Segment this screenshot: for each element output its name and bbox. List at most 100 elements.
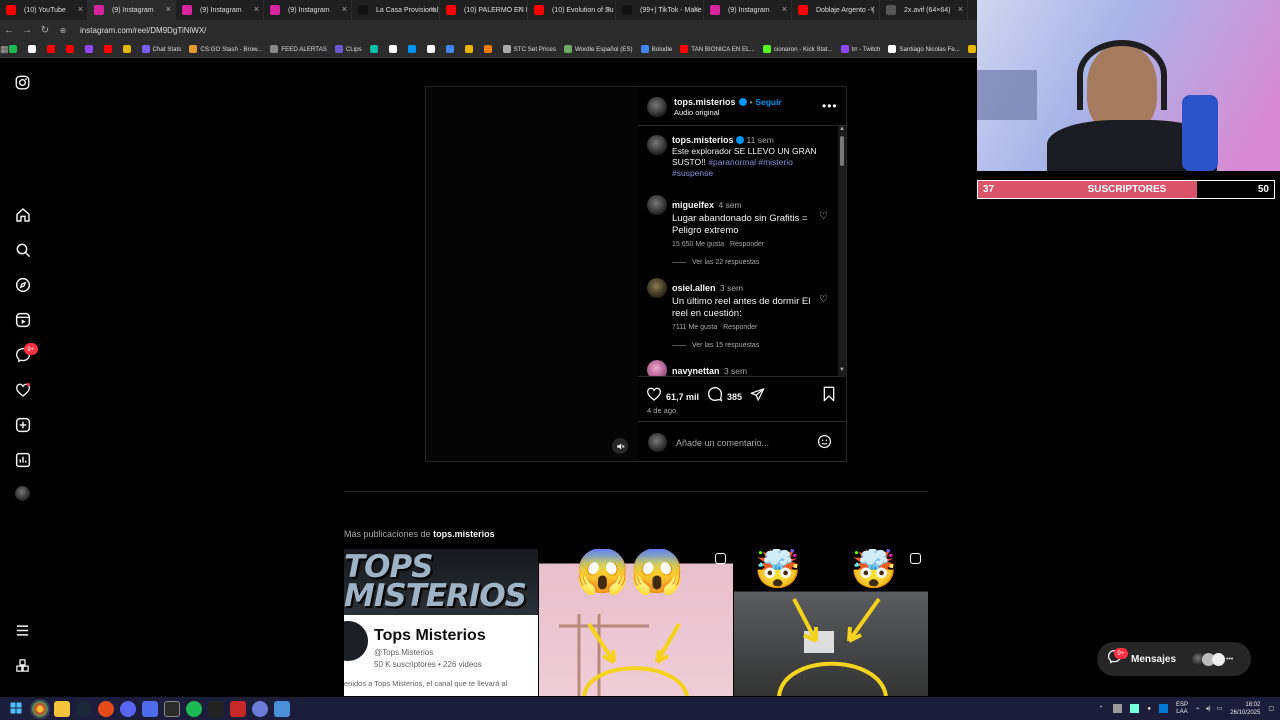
close-tab-icon[interactable]: × <box>342 4 347 14</box>
clock[interactable]: 18:02 26/10/2025 <box>1230 701 1260 717</box>
more-options-icon[interactable]: ••• <box>822 99 838 113</box>
create-icon[interactable] <box>14 416 31 433</box>
search-icon[interactable] <box>14 241 31 258</box>
volume-icon[interactable]: ◂) <box>1206 705 1211 712</box>
hashtag[interactable]: #paranormal <box>708 157 756 167</box>
browser-tab[interactable]: (9) Instagram × <box>704 0 792 20</box>
bookmark[interactable] <box>122 45 134 53</box>
discord-icon[interactable] <box>120 700 136 717</box>
view-replies[interactable]: Ver las 22 respuestas <box>672 259 817 266</box>
app-icon[interactable] <box>98 700 114 717</box>
bookmark[interactable] <box>464 45 476 53</box>
tray-app-icon[interactable] <box>1130 704 1140 713</box>
bookmark[interactable]: FEED ALERTAS <box>270 45 327 53</box>
bookmark[interactable]: Chat Stats <box>141 45 181 53</box>
tray-app-icon[interactable] <box>1113 704 1123 713</box>
audio-label[interactable]: Audio original <box>674 108 719 117</box>
post-thumbnail[interactable]: 🤯 🤯 <box>734 549 928 696</box>
app-icon[interactable] <box>164 700 180 717</box>
close-tab-icon[interactable]: × <box>694 4 699 14</box>
steam-icon[interactable] <box>76 700 92 717</box>
scroll-down-icon[interactable]: ▼ <box>838 367 846 373</box>
bookmark[interactable] <box>84 45 96 53</box>
comment-like-icon[interactable]: ♡ <box>819 211 828 222</box>
comment-icon[interactable] <box>707 386 723 407</box>
comment-username[interactable]: miguelfex <box>672 200 714 210</box>
app-icon[interactable] <box>252 700 268 717</box>
explore-icon[interactable] <box>14 276 31 293</box>
instagram-logo-icon[interactable] <box>14 74 31 91</box>
browser-tab[interactable]: (9) Instagram × <box>176 0 264 20</box>
comment-likes[interactable]: 7111 Me gusta <box>672 324 717 331</box>
comment-avatar[interactable] <box>647 360 667 376</box>
tray-overflow-icon[interactable]: ⌃ <box>1098 705 1103 712</box>
bookmark[interactable]: CS:GO Stash - Brow... <box>189 45 262 53</box>
post-thumbnail[interactable]: 😱😱 <box>539 549 733 696</box>
like-count[interactable]: 61,7 mil <box>666 392 699 402</box>
bookmark[interactable] <box>483 45 495 53</box>
network-icon[interactable]: ⌁ <box>1196 705 1200 712</box>
language-indicator[interactable]: ESP LAA <box>1176 702 1188 716</box>
windows-start-icon[interactable] <box>10 701 26 717</box>
more-apps-icon[interactable] <box>14 657 31 674</box>
more-posts-user[interactable]: tops.misterios <box>433 529 495 539</box>
caption-username[interactable]: tops.misterios <box>672 135 734 145</box>
chrome-icon[interactable] <box>30 698 50 719</box>
caption-avatar[interactable] <box>647 135 667 155</box>
close-tab-icon[interactable]: × <box>78 4 83 14</box>
bookmark[interactable] <box>426 45 438 53</box>
scroll-thumb[interactable] <box>840 136 844 166</box>
browser-tab[interactable]: (10) PALERMO EN L × <box>440 0 528 20</box>
battery-icon[interactable]: ▭ <box>1217 705 1223 712</box>
comment-count[interactable]: 385 <box>727 392 742 402</box>
follow-button[interactable]: Seguir <box>755 97 781 107</box>
comment-username[interactable]: osiel.allen <box>672 283 716 293</box>
app-icon[interactable] <box>274 700 290 717</box>
messages-button[interactable]: 9+ Mensajes ••• <box>1097 642 1251 676</box>
microphone-icon[interactable]: ● <box>1147 706 1151 712</box>
comment-username[interactable]: navynettan <box>672 366 720 376</box>
browser-tab[interactable]: (10) Evolution of Su × <box>528 0 616 20</box>
url-field[interactable]: instagram.com/reel/DM9DgTiNiWX/ <box>80 26 206 35</box>
bookmark[interactable] <box>103 45 115 53</box>
close-tab-icon[interactable]: × <box>166 4 171 14</box>
bookmark[interactable] <box>46 45 58 53</box>
bookmark[interactable]: STC Set Prices <box>502 45 556 53</box>
browser-tab[interactable]: (99+) TikTok - Make × <box>616 0 704 20</box>
bookmark[interactable] <box>369 45 381 53</box>
bookmark[interactable]: cionaron - Kick Stat... <box>762 45 833 53</box>
close-tab-icon[interactable]: × <box>430 4 435 14</box>
bookmark[interactable] <box>27 45 39 53</box>
comment-input[interactable]: Añade un comentario... <box>676 438 769 448</box>
reload-icon[interactable]: ↻ <box>36 25 54 36</box>
reel-video[interactable] <box>426 87 638 461</box>
mute-icon[interactable] <box>612 438 628 454</box>
spotify-icon[interactable] <box>186 700 202 717</box>
browser-tab[interactable]: La Casa Provisional × <box>352 0 440 20</box>
share-icon[interactable] <box>750 387 765 407</box>
reply-button[interactable]: Responder <box>730 241 764 248</box>
apps-icon[interactable]: ▦ <box>0 44 9 55</box>
profile-avatar[interactable] <box>15 486 30 501</box>
close-tab-icon[interactable]: × <box>606 4 611 14</box>
hashtag[interactable]: #misterio <box>758 157 792 167</box>
browser-tab[interactable]: Doblaje Argento - (× <box>792 0 880 20</box>
menu-icon[interactable] <box>14 622 31 639</box>
view-replies[interactable]: Ver las 15 respuestas <box>672 342 817 349</box>
bookmark[interactable] <box>388 45 400 53</box>
bookmark[interactable]: CLips <box>334 45 362 53</box>
bookmark[interactable]: Ta <box>967 45 977 53</box>
close-tab-icon[interactable]: × <box>518 4 523 14</box>
back-icon[interactable]: ← <box>0 25 18 36</box>
hashtag[interactable]: #suspense <box>672 168 713 178</box>
browser-tab[interactable]: (10) YouTube × <box>0 0 88 20</box>
dashboard-icon[interactable] <box>14 451 31 468</box>
post-thumbnail[interactable]: TOPS MISTERIOS Tops Misterios @Tops.Mist… <box>344 549 538 696</box>
app-icon[interactable] <box>142 700 158 717</box>
emoji-icon[interactable] <box>817 434 832 454</box>
bookmark[interactable]: Santiago Nicolas Fe... <box>888 45 960 53</box>
comment-avatar[interactable] <box>647 195 667 215</box>
close-tab-icon[interactable]: × <box>958 4 963 14</box>
author-username[interactable]: tops.misterios <box>674 97 736 107</box>
comments-scrollbar[interactable]: ▲ ▼ <box>838 126 846 376</box>
